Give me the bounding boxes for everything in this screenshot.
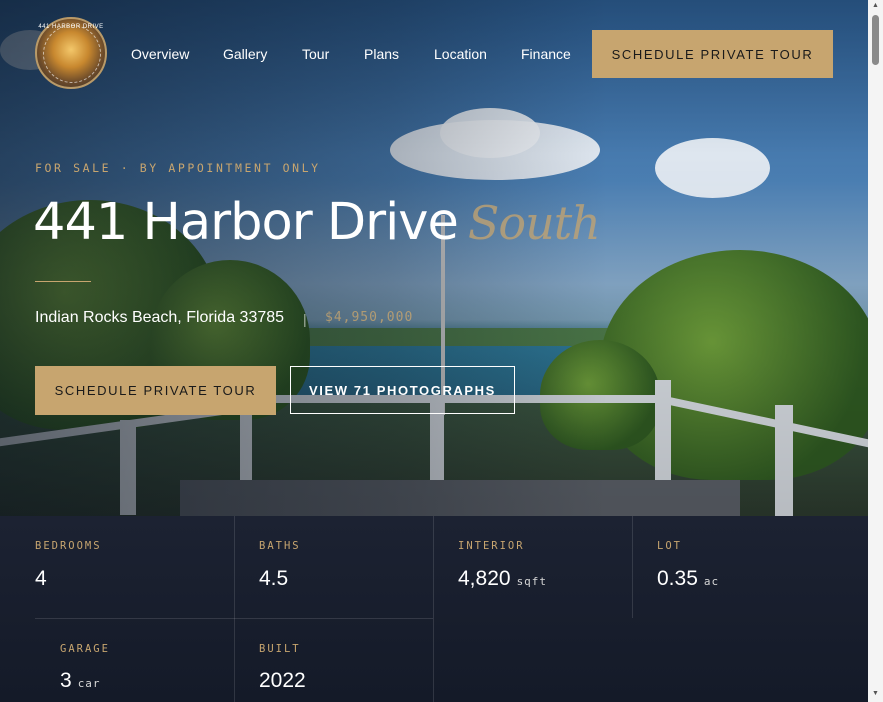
- stat-value: 3: [60, 669, 72, 692]
- stat-value-wrap: 4,820 sqft: [458, 567, 547, 591]
- stat-value-wrap: 0.35 ac: [657, 567, 719, 591]
- stat-value: 4: [35, 567, 47, 590]
- stat-value: 4.5: [259, 567, 289, 590]
- page: 441 HARBOR DRIVE Overview Gallery Tour P…: [0, 0, 868, 702]
- stat-value: 4,820: [458, 567, 511, 590]
- property-address: Indian Rocks Beach, Florida 33785: [35, 309, 285, 326]
- nav-link-location[interactable]: Location: [434, 46, 487, 62]
- nav-link-tour[interactable]: Tour: [302, 46, 329, 62]
- view-photographs-button[interactable]: VIEW 71 PHOTOGRAPHS: [290, 366, 515, 414]
- stat-unit: sqft: [516, 575, 548, 588]
- address-price-separator: |: [303, 311, 307, 327]
- logo-text: 441 HARBOR DRIVE: [38, 24, 104, 30]
- property-title-accent: South: [467, 196, 601, 250]
- hero-schedule-tour-button[interactable]: SCHEDULE PRIVATE TOUR: [35, 366, 276, 415]
- stat-value: 0.35: [657, 567, 698, 590]
- nav-link-plans[interactable]: Plans: [364, 46, 399, 62]
- stat-label: GARAGE: [60, 643, 110, 655]
- brand-logo[interactable]: 441 HARBOR DRIVE: [35, 17, 107, 89]
- stat-unit: car: [77, 677, 101, 690]
- stat-label: BUILT: [259, 643, 301, 655]
- stat-label: INTERIOR: [458, 540, 525, 552]
- scroll-down-icon[interactable]: ▼: [870, 690, 881, 697]
- scroll-up-icon[interactable]: ▲: [870, 2, 881, 9]
- stat-label: BEDROOMS: [35, 540, 102, 552]
- stat-value-wrap: 3 car: [60, 669, 101, 693]
- stat-label: BATHS: [259, 540, 301, 552]
- stat-unit: ac: [703, 575, 720, 588]
- nav-link-finance[interactable]: Finance: [521, 46, 571, 62]
- property-title: 441 Harbor Drive South: [33, 193, 601, 252]
- nav-link-gallery[interactable]: Gallery: [223, 46, 267, 62]
- property-price: $4,950,000: [325, 310, 414, 325]
- nav-link-overview[interactable]: Overview: [131, 46, 189, 62]
- nav-schedule-tour-button[interactable]: SCHEDULE PRIVATE TOUR: [592, 30, 833, 78]
- property-title-main: 441 Harbor Drive: [33, 193, 459, 252]
- title-rule: [35, 281, 91, 282]
- stat-value: 2022: [259, 669, 306, 692]
- property-stats: BEDROOMS 4 BATHS 4.5 INTERIOR 4,820 sqft …: [0, 516, 868, 702]
- page-scrollbar[interactable]: [868, 0, 883, 702]
- stat-label: LOT: [657, 540, 682, 552]
- scroll-thumb[interactable]: [872, 15, 879, 65]
- listing-status: FOR SALE · BY APPOINTMENT ONLY: [35, 161, 321, 175]
